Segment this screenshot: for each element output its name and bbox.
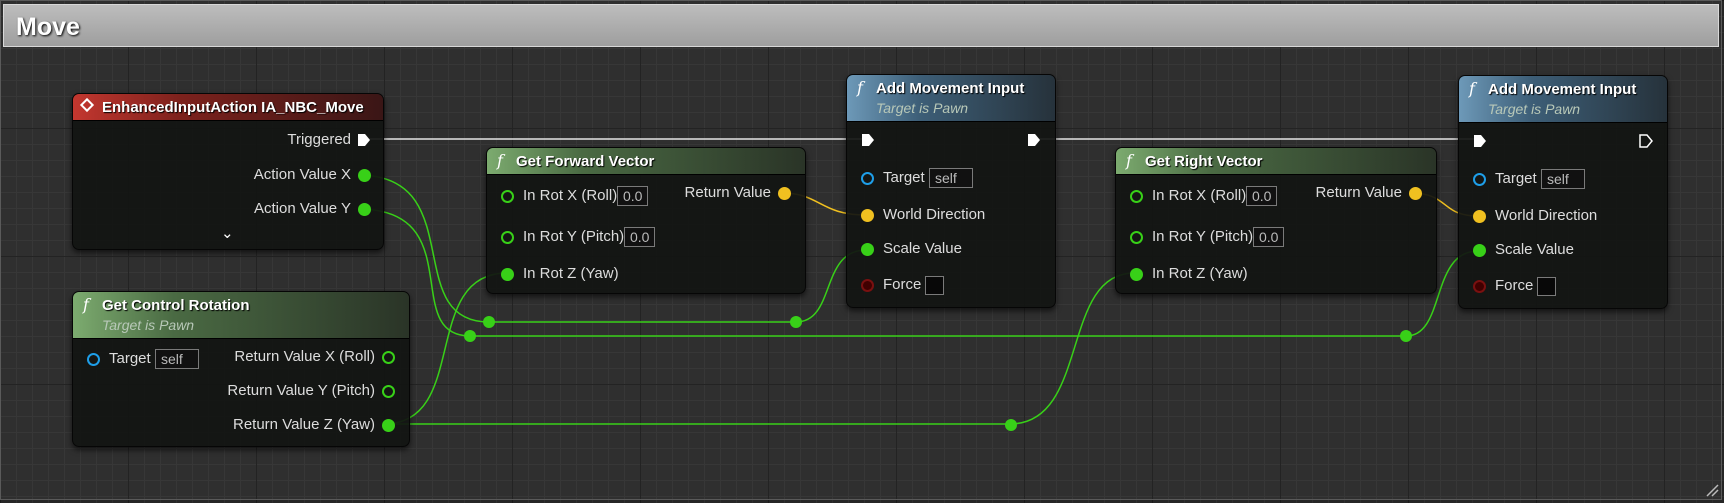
reroute-node[interactable] xyxy=(1005,419,1017,431)
target-self-field[interactable]: self xyxy=(1541,169,1585,189)
object-in-pin[interactable] xyxy=(1473,173,1486,186)
node-title: Get Control Rotation xyxy=(102,297,250,314)
node-title: Add Movement Input xyxy=(1488,81,1637,98)
pin-label-return-value: Return Value xyxy=(1315,184,1402,201)
function-icon: f xyxy=(83,295,89,314)
bool-in-pin[interactable] xyxy=(1473,280,1486,293)
float-out-pin[interactable] xyxy=(358,203,371,216)
pin-label-rot-x: In Rot X (Roll) xyxy=(1152,187,1247,204)
reroute-node[interactable] xyxy=(1400,330,1412,342)
pin-label-action-y: Action Value Y xyxy=(253,200,351,217)
node-subtitle: Target is Pawn xyxy=(1488,101,1581,117)
object-in-pin[interactable] xyxy=(861,172,874,185)
exec-in-pin[interactable] xyxy=(861,133,875,147)
pin-label-scale-value: Scale Value xyxy=(1495,241,1574,258)
force-checkbox[interactable] xyxy=(1537,277,1556,296)
object-in-pin[interactable] xyxy=(87,353,100,366)
node-title: EnhancedInputAction IA_NBC_Move xyxy=(102,99,364,116)
pin-label-action-x: Action Value X xyxy=(253,166,351,183)
float-in-pin[interactable] xyxy=(861,243,874,256)
pin-label-rot-z: In Rot Z (Yaw) xyxy=(523,265,619,282)
pin-label-rot-y: In Rot Y (Pitch) xyxy=(523,228,625,245)
force-checkbox[interactable] xyxy=(925,276,944,295)
float-out-pin[interactable] xyxy=(382,385,395,398)
node-title: Add Movement Input xyxy=(876,80,1025,97)
function-icon: f xyxy=(1126,151,1132,170)
exec-out-pin[interactable] xyxy=(1639,134,1653,148)
function-icon: f xyxy=(857,78,863,97)
pin-label-force: Force xyxy=(1495,277,1534,294)
rot-x-field[interactable]: 0.0 xyxy=(1246,186,1278,206)
pin-label-rot-y: In Rot Y (Pitch) xyxy=(1152,228,1254,245)
pin-label-triggered: Triggered xyxy=(287,131,351,148)
float-in-pin[interactable] xyxy=(1130,231,1143,244)
node-title: Get Forward Vector xyxy=(516,153,655,170)
pin-label-return-y: Return Value Y (Pitch) xyxy=(227,382,375,399)
float-in-pin[interactable] xyxy=(501,190,514,203)
rot-x-field[interactable]: 0.0 xyxy=(617,186,649,206)
pin-label-scale-value: Scale Value xyxy=(883,240,962,257)
vector-in-pin[interactable] xyxy=(1473,210,1486,223)
pin-label-target: Target xyxy=(883,169,925,186)
node-header: f Get Forward Vector xyxy=(487,148,805,175)
float-in-pin[interactable] xyxy=(501,231,514,244)
pin-label-world-direction: World Direction xyxy=(883,206,986,223)
float-in-pin[interactable] xyxy=(1130,268,1143,281)
node-header: EnhancedInputAction IA_NBC_Move xyxy=(73,94,383,121)
vector-out-pin[interactable] xyxy=(778,187,791,200)
node-enhanced-input-action[interactable]: EnhancedInputAction IA_NBC_Move Triggere… xyxy=(72,93,384,250)
node-header: f Add Movement Input Target is Pawn xyxy=(1459,76,1667,123)
blueprint-graph-canvas[interactable]: Move EnhancedInputAction IA_NBC_Move Tri… xyxy=(0,0,1724,503)
reroute-node[interactable] xyxy=(464,330,476,342)
node-subtitle: Target is Pawn xyxy=(876,100,969,116)
pin-label-return-x: Return Value X (Roll) xyxy=(234,348,375,365)
float-in-pin[interactable] xyxy=(501,268,514,281)
event-diamond-icon xyxy=(79,97,95,113)
pin-label-force: Force xyxy=(883,276,922,293)
node-title: Get Right Vector xyxy=(1145,153,1263,170)
rot-y-field[interactable]: 0.0 xyxy=(624,227,656,247)
pin-label-target: Target xyxy=(1495,170,1537,187)
pin-label-return-value: Return Value xyxy=(684,184,771,201)
target-self-field[interactable]: self xyxy=(155,349,199,369)
node-get-control-rotation[interactable]: f Get Control Rotation Target is Pawn Ta… xyxy=(72,291,410,447)
pin-label-world-direction: World Direction xyxy=(1495,207,1598,224)
node-get-forward-vector[interactable]: f Get Forward Vector In Rot X (Roll) 0.0… xyxy=(486,147,806,294)
node-header: f Get Right Vector xyxy=(1116,148,1436,175)
pin-label-return-z: Return Value Z (Yaw) xyxy=(233,416,375,433)
target-self-field[interactable]: self xyxy=(929,168,973,188)
vector-in-pin[interactable] xyxy=(861,209,874,222)
node-add-movement-input-1[interactable]: f Add Movement Input Target is Pawn Targ… xyxy=(846,74,1056,308)
float-out-pin[interactable] xyxy=(382,419,395,432)
pin-label-target: Target xyxy=(109,350,151,367)
reroute-node[interactable] xyxy=(483,316,495,328)
chevron-down-icon[interactable]: ⌄ xyxy=(221,224,234,242)
reroute-node[interactable] xyxy=(790,316,802,328)
pin-label-rot-z: In Rot Z (Yaw) xyxy=(1152,265,1248,282)
exec-out-pin[interactable] xyxy=(357,133,371,147)
function-icon: f xyxy=(497,151,503,170)
node-get-right-vector[interactable]: f Get Right Vector In Rot X (Roll) 0.0 I… xyxy=(1115,147,1437,294)
float-out-pin[interactable] xyxy=(358,169,371,182)
exec-in-pin[interactable] xyxy=(1473,134,1487,148)
function-icon: f xyxy=(1469,79,1475,98)
vector-out-pin[interactable] xyxy=(1409,187,1422,200)
pin-label-rot-x: In Rot X (Roll) xyxy=(523,187,618,204)
float-out-pin[interactable] xyxy=(382,351,395,364)
rot-y-field[interactable]: 0.0 xyxy=(1253,227,1285,247)
node-header: f Get Control Rotation Target is Pawn xyxy=(73,292,409,339)
bool-in-pin[interactable] xyxy=(861,279,874,292)
float-in-pin[interactable] xyxy=(1473,244,1486,257)
exec-out-pin[interactable] xyxy=(1027,133,1041,147)
node-add-movement-input-2[interactable]: f Add Movement Input Target is Pawn Targ… xyxy=(1458,75,1668,309)
node-header: f Add Movement Input Target is Pawn xyxy=(847,75,1055,122)
float-in-pin[interactable] xyxy=(1130,190,1143,203)
node-subtitle: Target is Pawn xyxy=(102,317,195,333)
